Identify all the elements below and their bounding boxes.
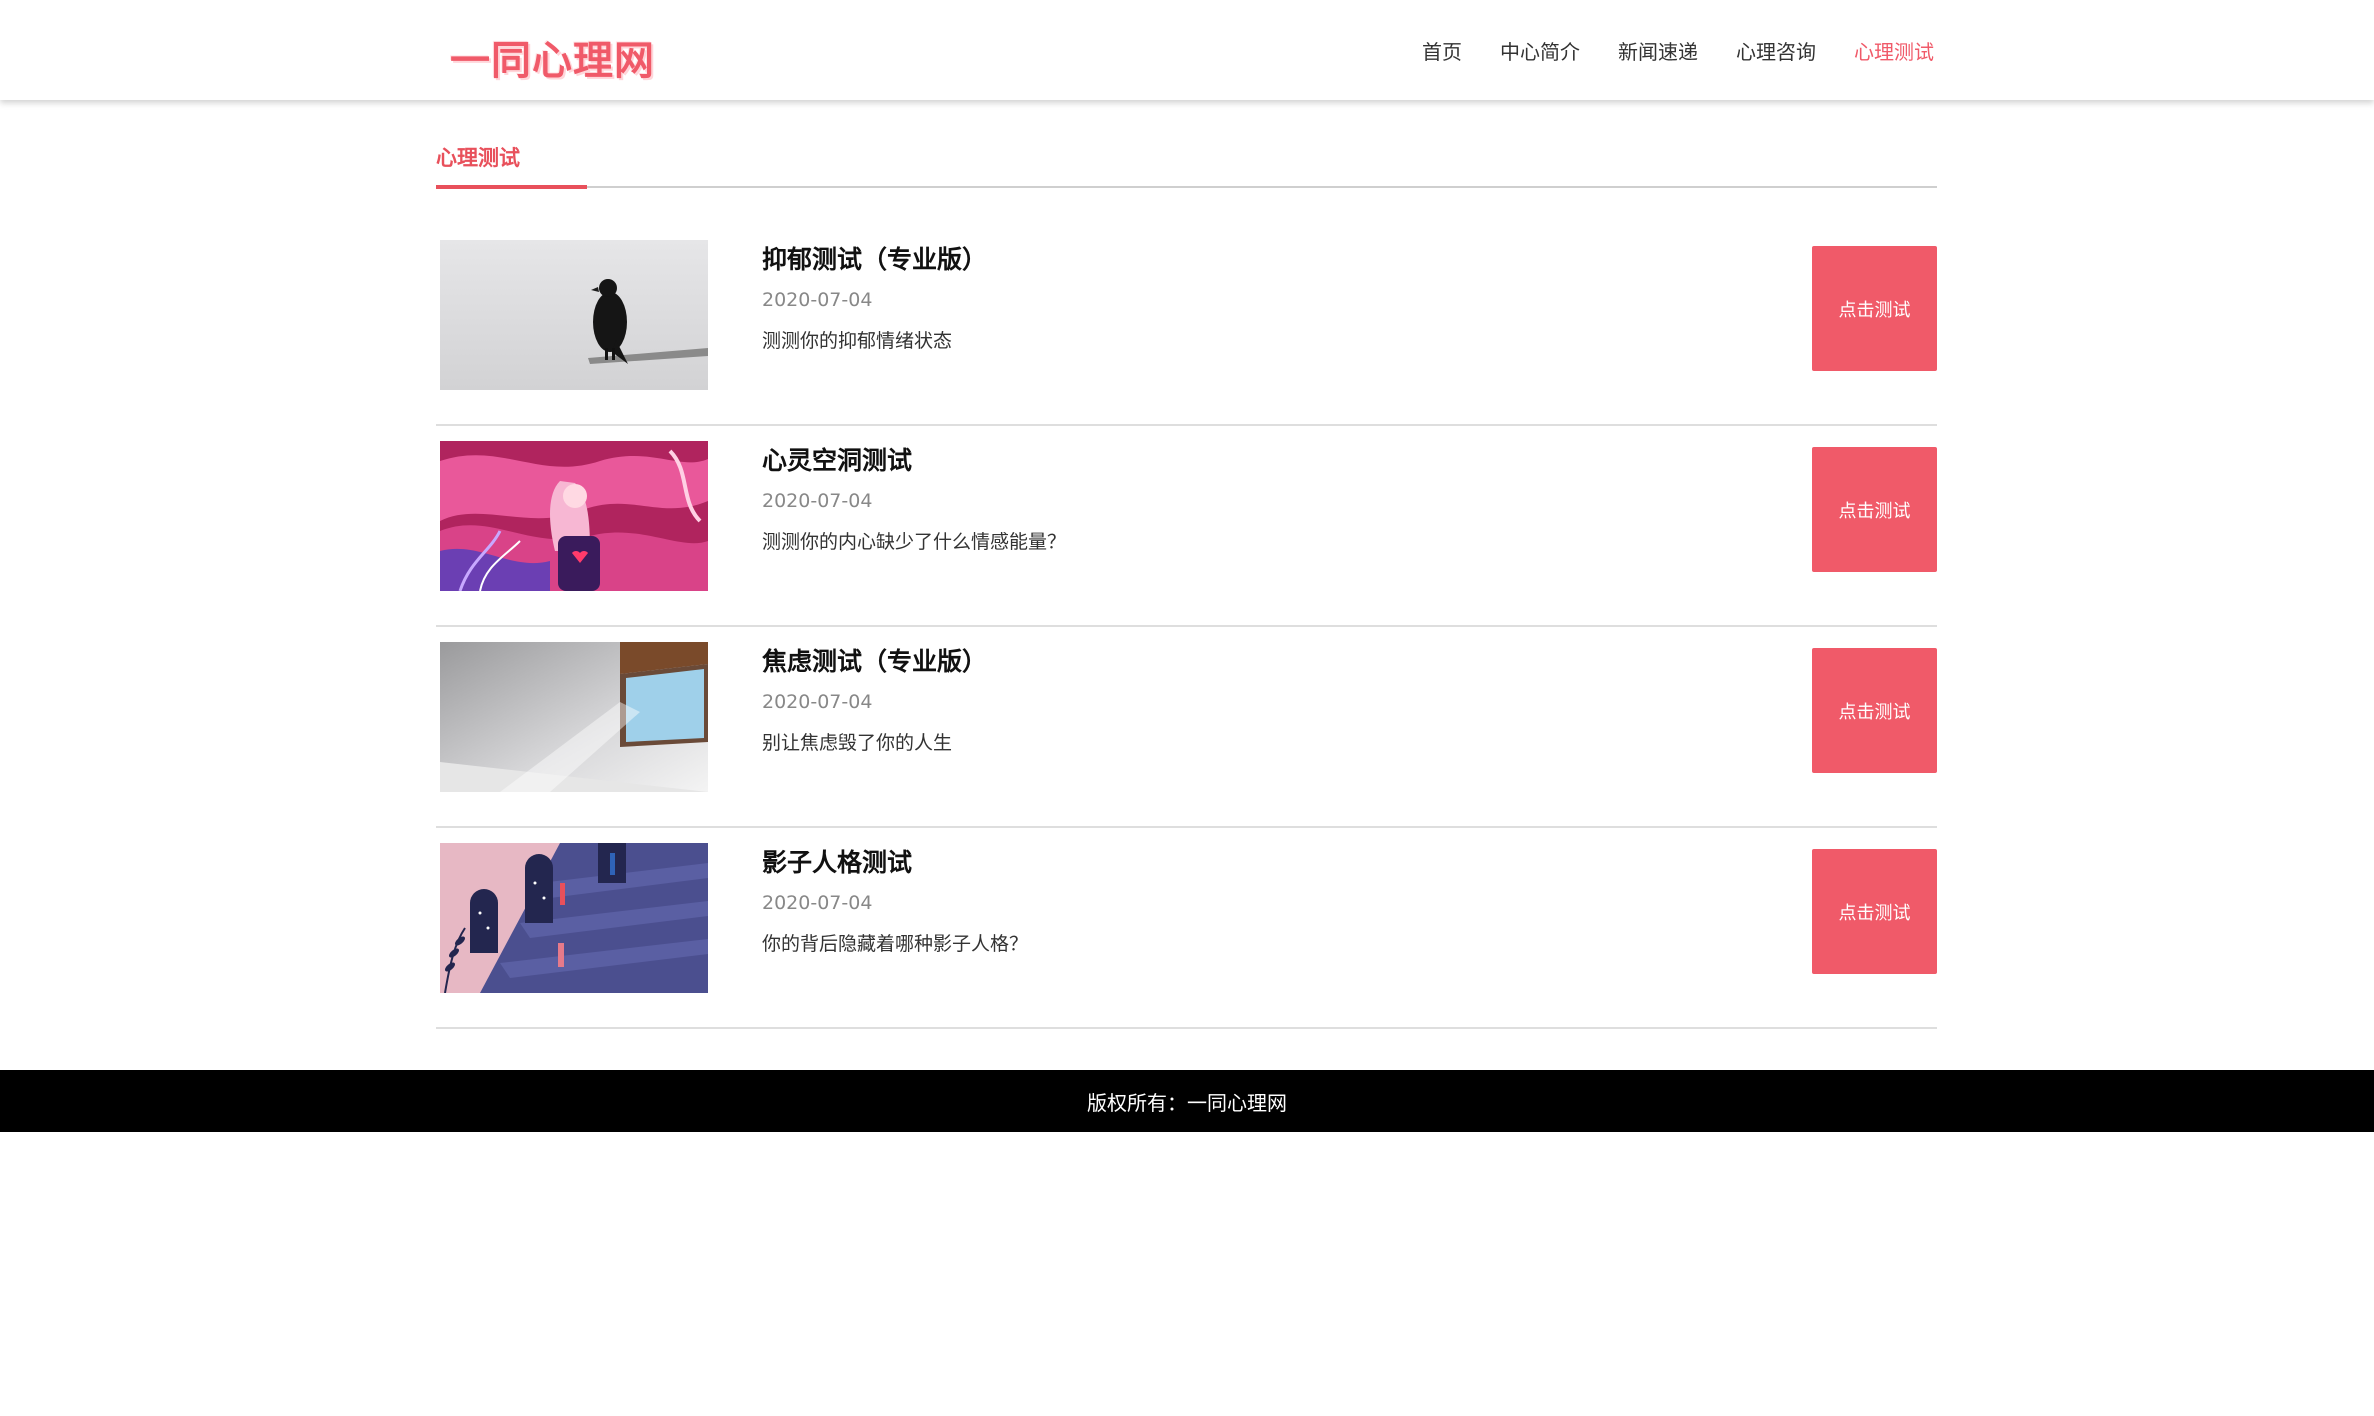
section-divider: [436, 186, 1937, 188]
test-list-item: 心灵空洞测试 2020-07-04 测测你的内心缺少了什么情感能量？ 点击测试: [436, 426, 1937, 627]
test-thumbnail-room[interactable]: [440, 642, 708, 792]
nav-item-about[interactable]: 中心简介: [1500, 36, 1580, 65]
test-description: 测测你的抑郁情绪状态: [762, 330, 953, 352]
nav-item-psych-test[interactable]: 心理测试: [1854, 36, 1934, 65]
test-list: 抑郁测试（专业版） 2020-07-04 测测你的抑郁情绪状态 点击测试 心灵空…: [436, 225, 1937, 1029]
test-title[interactable]: 心灵空洞测试: [762, 441, 912, 477]
test-thumbnail-girl[interactable]: [440, 441, 708, 591]
test-title[interactable]: 抑郁测试（专业版）: [762, 240, 987, 276]
test-title[interactable]: 影子人格测试: [762, 843, 912, 879]
start-test-button[interactable]: 点击测试: [1812, 648, 1937, 773]
nav-item-home[interactable]: 首页: [1422, 36, 1462, 65]
test-description: 你的背后隐藏着哪种影子人格？: [762, 933, 1029, 955]
nav-item-news[interactable]: 新闻速递: [1618, 36, 1698, 65]
site-logo[interactable]: 一同心理网: [450, 28, 655, 86]
nav-item-consulting[interactable]: 心理咨询: [1736, 36, 1816, 65]
test-title[interactable]: 焦虑测试（专业版）: [762, 642, 987, 678]
section-title-underline: [436, 185, 587, 189]
test-list-item: 抑郁测试（专业版） 2020-07-04 测测你的抑郁情绪状态 点击测试: [436, 225, 1937, 426]
test-list-item: 影子人格测试 2020-07-04 你的背后隐藏着哪种影子人格？ 点击测试: [436, 828, 1937, 1029]
room-window-image: [440, 642, 708, 792]
footer-copyright: 版权所有：一同心理网: [1087, 1090, 1287, 1115]
test-date: 2020-07-04: [762, 490, 873, 512]
start-test-button[interactable]: 点击测试: [1812, 246, 1937, 371]
site-header: 一同心理网 首页 中心简介 新闻速递 心理咨询 心理测试: [0, 0, 2374, 100]
crow-image: [440, 240, 708, 390]
test-thumbnail-crow[interactable]: [440, 240, 708, 390]
test-thumbnail-doors[interactable]: [440, 843, 708, 993]
test-description: 别让焦虑毁了你的人生: [762, 732, 953, 754]
main-nav: 首页 中心简介 新闻速递 心理咨询 心理测试: [1422, 0, 1934, 100]
test-date: 2020-07-04: [762, 892, 873, 914]
test-description: 测测你的内心缺少了什么情感能量？: [762, 531, 1067, 553]
start-test-button[interactable]: 点击测试: [1812, 447, 1937, 572]
site-footer: 版权所有：一同心理网: [0, 1070, 2374, 1132]
girl-illustration-image: [440, 441, 708, 591]
test-list-item: 焦虑测试（专业版） 2020-07-04 别让焦虑毁了你的人生 点击测试: [436, 627, 1937, 828]
test-date: 2020-07-04: [762, 691, 873, 713]
start-test-button[interactable]: 点击测试: [1812, 849, 1937, 974]
doors-stairs-image: [440, 843, 708, 993]
test-date: 2020-07-04: [762, 289, 873, 311]
section-title: 心理测试: [436, 146, 520, 170]
